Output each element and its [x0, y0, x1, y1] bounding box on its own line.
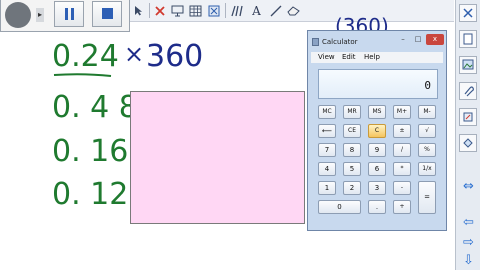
multiplier: 360 — [146, 39, 204, 74]
text-icon[interactable]: A — [248, 2, 265, 19]
sidebar-close-icon[interactable] — [459, 4, 477, 22]
window-title: Calculator — [322, 38, 358, 46]
text-tool-label: A — [252, 3, 261, 18]
key-plusminus[interactable]: ± — [393, 124, 411, 138]
move-sidebar-icon[interactable]: ⇩ — [460, 254, 477, 268]
key-mr[interactable]: MR — [343, 105, 361, 119]
record-icon[interactable] — [5, 2, 31, 28]
table-icon[interactable] — [187, 2, 204, 19]
calculator-window[interactable]: Calculator – □ x View Edit Help 0 MC MR … — [307, 30, 447, 231]
menu-help[interactable]: Help — [364, 52, 380, 63]
key-divide[interactable]: / — [393, 143, 411, 157]
value-line-1: 0. 4 8 — [52, 90, 138, 125]
menu-edit[interactable]: Edit — [342, 52, 356, 63]
previous-page-icon[interactable]: ⇦ — [460, 216, 477, 230]
maximize-button[interactable]: □ — [411, 34, 425, 45]
key-2[interactable]: 2 — [343, 181, 361, 195]
key-8[interactable]: 8 — [343, 143, 361, 157]
multiplicand-underline — [53, 73, 112, 77]
key-5[interactable]: 5 — [343, 162, 361, 176]
key-3[interactable]: 3 — [368, 181, 386, 195]
value-line-3: 0. 12 — [52, 177, 129, 212]
key-9[interactable]: 9 — [368, 143, 386, 157]
menu-view[interactable]: View — [318, 52, 335, 63]
delete-x-icon[interactable] — [151, 2, 168, 19]
pink-rectangle[interactable] — [130, 91, 305, 224]
properties-icon[interactable] — [459, 108, 477, 126]
recorder-menu-arrow[interactable]: ▸ — [36, 8, 44, 22]
toolbar-divider — [225, 3, 226, 18]
key-sqrt[interactable]: √ — [418, 124, 436, 138]
key-multiply[interactable]: * — [393, 162, 411, 176]
page-sorter-icon[interactable] — [459, 30, 477, 48]
key-mc[interactable]: MC — [318, 105, 336, 119]
addons-icon[interactable] — [459, 134, 477, 152]
next-page-icon[interactable]: ⇨ — [460, 236, 477, 250]
toolbar-divider — [149, 3, 150, 18]
attachments-icon[interactable] — [459, 82, 477, 100]
key-mminus[interactable]: M- — [418, 105, 436, 119]
key-6[interactable]: 6 — [368, 162, 386, 176]
key-ce[interactable]: CE — [343, 124, 361, 138]
select-arrow-icon[interactable] — [130, 2, 147, 19]
stop-button[interactable] — [92, 1, 122, 27]
key-0[interactable]: 0 — [318, 200, 361, 214]
value-line-2: 0. 16 — [52, 134, 129, 169]
pens-icon[interactable] — [228, 2, 245, 19]
screen-shade-icon[interactable] — [169, 2, 186, 19]
multiplicand: 0.24 — [52, 39, 119, 74]
key-backspace[interactable]: ⟵ — [318, 124, 336, 138]
key-mplus[interactable]: M+ — [393, 105, 411, 119]
calculator-app-icon — [312, 38, 319, 46]
key-c[interactable]: C — [368, 124, 386, 138]
pause-button[interactable] — [54, 1, 84, 27]
capture-icon[interactable] — [205, 2, 222, 19]
calculator-menubar: View Edit Help — [311, 52, 443, 63]
key-1[interactable]: 1 — [318, 181, 336, 195]
close-button[interactable]: x — [426, 34, 444, 45]
key-4[interactable]: 4 — [318, 162, 336, 176]
key-equals[interactable]: = — [418, 181, 436, 214]
display-value: 0 — [424, 79, 431, 92]
right-sidebar: ⇔ ⇦ ⇨ ⇩ — [455, 0, 480, 270]
recorder-widget: ▸ — [0, 0, 130, 32]
pause-icon — [65, 8, 68, 20]
stop-icon — [102, 8, 113, 19]
key-7[interactable]: 7 — [318, 143, 336, 157]
key-percent[interactable]: % — [418, 143, 436, 157]
key-decimal[interactable]: . — [368, 200, 386, 214]
key-reciprocal[interactable]: 1/x — [418, 162, 436, 176]
minimize-button[interactable]: – — [396, 34, 410, 45]
sidebar-resize-icon[interactable]: ⇔ — [460, 180, 477, 194]
calculator-display: 0 — [318, 69, 438, 99]
gallery-icon[interactable] — [459, 56, 477, 74]
key-minus[interactable]: - — [393, 181, 411, 195]
pause-icon-bar — [71, 8, 74, 20]
eraser-icon[interactable] — [285, 2, 302, 19]
key-ms[interactable]: MS — [368, 105, 386, 119]
line-icon[interactable] — [267, 2, 284, 19]
key-plus[interactable]: + — [393, 200, 411, 214]
times-sign: × — [124, 40, 145, 68]
smart-toolbar: A — [130, 0, 454, 22]
